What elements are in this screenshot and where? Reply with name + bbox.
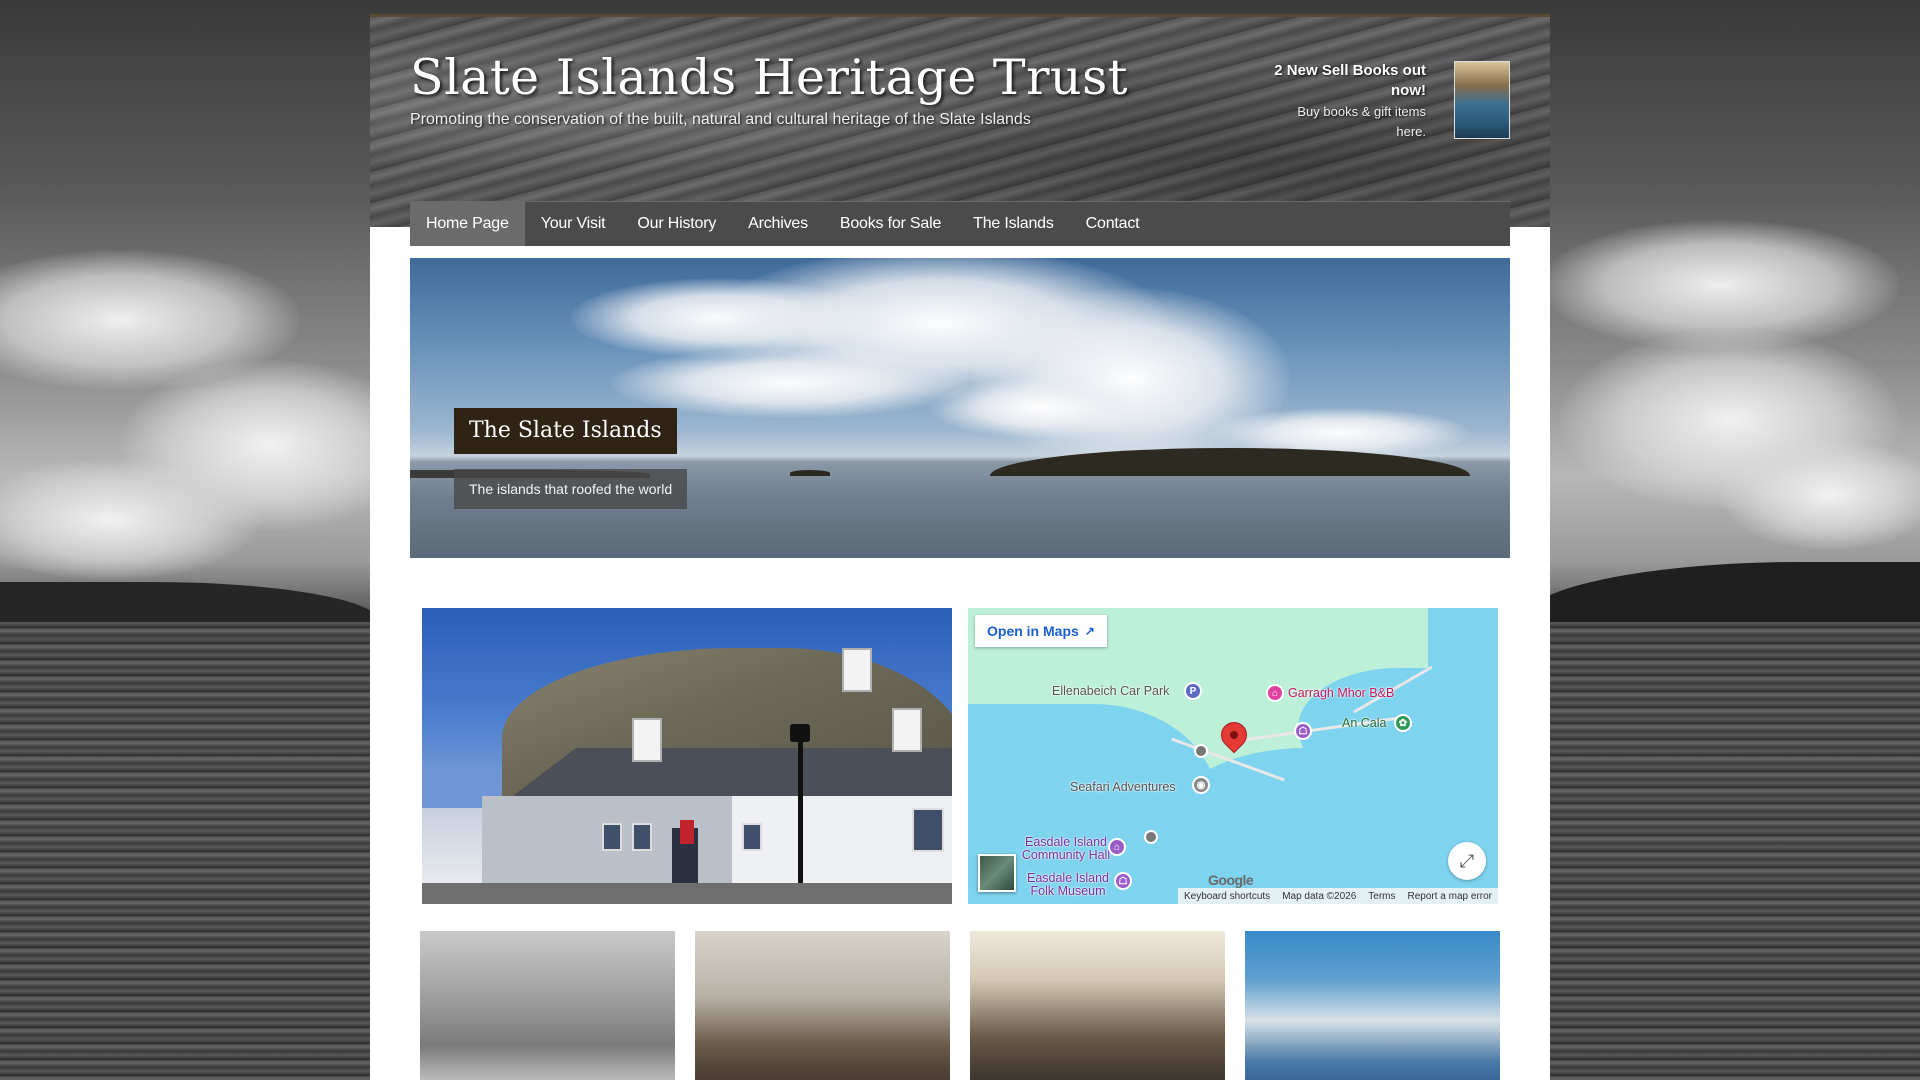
embedded-map[interactable]: Open in Maps ↗ Ellenabeich Car Park P ⌂ … xyxy=(968,608,1498,904)
nav-item-our-history[interactable]: Our History xyxy=(621,202,732,246)
gallery-thumb-historic-cottages[interactable] xyxy=(420,931,675,1080)
small-poi-icon[interactable] xyxy=(1144,830,1158,844)
nav-item-the-islands[interactable]: The Islands xyxy=(957,202,1070,246)
cottage-photo[interactable] xyxy=(422,608,952,904)
fullscreen-icon[interactable]: ⤢ xyxy=(1448,842,1486,880)
nav-item-home-page[interactable]: Home Page xyxy=(410,202,525,246)
keyboard-shortcuts-link[interactable]: Keyboard shortcuts xyxy=(1178,891,1276,902)
gallery-thumb-books[interactable] xyxy=(1245,931,1500,1080)
nav-item-contact[interactable]: Contact xyxy=(1070,202,1156,246)
map-data-credit: Map data ©2026 xyxy=(1282,890,1357,902)
promo-subtext[interactable]: Buy books & gift items here. xyxy=(1266,102,1426,142)
hero-title: The Slate Islands xyxy=(454,408,677,454)
map-footer: Keyboard shortcuts Map data ©2026 Terms … xyxy=(1178,888,1498,904)
promo-book-cover-image[interactable] xyxy=(1454,61,1510,139)
main-navigation: Home Page Your Visit Our History Archive… xyxy=(410,201,1510,246)
report-map-error-link[interactable]: Report a map error xyxy=(1402,891,1498,902)
gallery-thumb-museum-display[interactable] xyxy=(970,931,1225,1080)
seafari-icon[interactable]: ◉ xyxy=(1192,776,1210,794)
open-in-maps-label: Open in Maps xyxy=(987,623,1079,639)
street-lamp xyxy=(798,738,803,904)
bed-icon[interactable]: ⌂ xyxy=(1266,684,1284,702)
nav-item-books-for-sale[interactable]: Books for Sale xyxy=(824,202,957,246)
site-header: Slate Islands Heritage Trust Promoting t… xyxy=(370,14,1550,227)
garden-icon[interactable]: ✿ xyxy=(1394,714,1412,732)
open-in-maps-button[interactable]: Open in Maps ↗ xyxy=(975,615,1107,647)
promo-block[interactable]: 2 New Sell Books out now! Buy books & gi… xyxy=(1266,61,1426,142)
nav-item-archives[interactable]: Archives xyxy=(732,202,824,246)
map-label-an-cala[interactable]: An Cala xyxy=(1342,716,1386,730)
map-label-community-hall[interactable]: Easdale Island Community Hall xyxy=(1016,836,1116,862)
location-pin-icon[interactable] xyxy=(1215,716,1253,754)
map-label-car-park[interactable]: Ellenabeich Car Park xyxy=(1052,684,1169,698)
nav-item-your-visit[interactable]: Your Visit xyxy=(525,202,622,246)
postbox xyxy=(680,820,694,844)
map-label-bnb[interactable]: Garragh Mhor B&B xyxy=(1288,686,1394,700)
google-logo: Google xyxy=(1208,872,1254,888)
terms-link[interactable]: Terms xyxy=(1362,891,1401,902)
hero-subtitle: The islands that roofed the world xyxy=(454,469,688,509)
gallery-thumb-cameras[interactable] xyxy=(695,931,950,1080)
parking-icon[interactable]: P xyxy=(1184,682,1202,700)
hero-banner[interactable]: The Slate Islands The islands that roofe… xyxy=(410,258,1510,558)
small-poi-icon[interactable] xyxy=(1194,744,1208,758)
map-label-folk-museum[interactable]: Easdale Island Folk Museum xyxy=(1020,872,1116,898)
page-container: Slate Islands Heritage Trust Promoting t… xyxy=(370,14,1550,1080)
map-label-seafari[interactable]: Seafari Adventures xyxy=(1070,780,1176,794)
site-tagline: Promoting the conservation of the built,… xyxy=(410,111,1031,128)
promo-heading[interactable]: 2 New Sell Books out now! xyxy=(1266,61,1426,101)
site-title[interactable]: Slate Islands Heritage Trust xyxy=(410,49,1128,106)
community-hall-icon[interactable]: ⌂ xyxy=(1108,838,1126,856)
landmark-icon[interactable]: ☖ xyxy=(1294,722,1312,740)
museum-icon[interactable]: ☖ xyxy=(1114,872,1132,890)
map-layer-toggle[interactable] xyxy=(978,854,1016,892)
external-link-icon: ↗ xyxy=(1084,624,1095,638)
